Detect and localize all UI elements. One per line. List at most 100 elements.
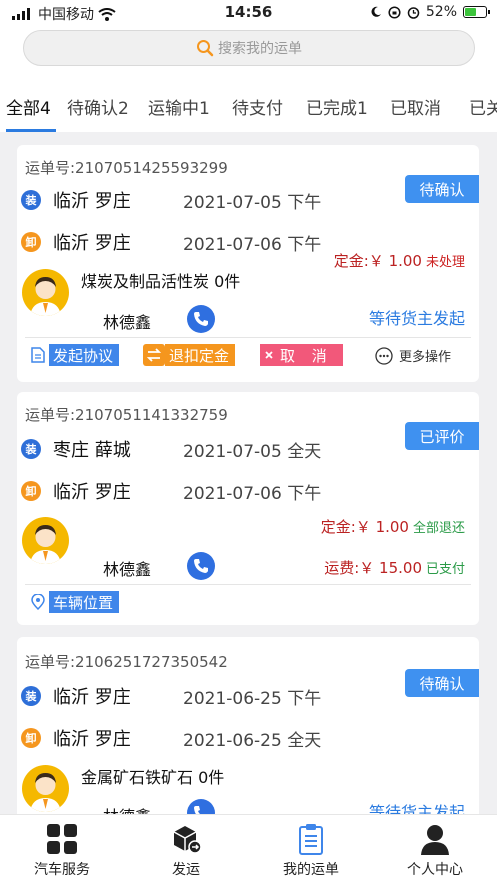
status-badge[interactable]: 待确认	[405, 175, 479, 203]
unload-date: 2021-07-06 下午	[183, 234, 322, 255]
load-date: 2021-06-25 下午	[183, 688, 322, 709]
person-icon	[421, 825, 449, 855]
load-date: 2021-07-05 下午	[183, 192, 322, 213]
tab-pending-confirm[interactable]: 待确认2	[67, 94, 129, 119]
more-actions-label: 更多操作	[399, 350, 452, 365]
unload-place: 临沂 罗庄	[53, 729, 131, 750]
tab-pending-payment[interactable]: 待支付	[232, 94, 283, 119]
order-card[interactable]: 运单号:2107051425593299 待确认 装 临沂 罗庄 2021-07…	[17, 145, 479, 382]
phone-icon[interactable]	[187, 552, 215, 580]
bottom-nav: 汽车服务 发运 我的运单 个人中心	[0, 814, 497, 883]
avatar	[22, 517, 69, 564]
alarm-icon	[407, 6, 420, 19]
status-badge[interactable]: 已评价	[405, 422, 479, 450]
clipboard-icon	[299, 824, 323, 855]
nav-car-service-label: 汽车服务	[34, 862, 90, 878]
document-icon	[27, 344, 49, 366]
goods-description: 煤炭及制品活性炭 0件	[81, 272, 241, 291]
initiate-agreement-label: 发起协议	[49, 344, 120, 366]
nav-car-service[interactable]: 汽车服务	[0, 823, 124, 879]
unload-marker-icon: 卸	[21, 481, 41, 501]
goods-description: 金属矿石铁矿石 0件	[81, 768, 225, 787]
load-place: 枣庄 薛城	[53, 440, 131, 461]
status-badge[interactable]: 待确认	[405, 669, 479, 697]
tab-all[interactable]: 全部4	[6, 94, 51, 119]
nav-my-orders[interactable]: 我的运单	[249, 823, 373, 879]
driver-name: 林德鑫	[103, 560, 152, 579]
freight-info: 运费:￥ 15.00 已支付	[324, 557, 465, 578]
box-icon	[173, 826, 202, 854]
load-marker-icon: 装	[21, 686, 41, 706]
vehicle-location-label: 车辆位置	[49, 591, 120, 613]
initiate-agreement-button[interactable]: 发起协议	[27, 344, 120, 366]
load-row: 装 枣庄 薛城 2021-07-05 全天	[21, 436, 321, 462]
moon-icon	[371, 6, 381, 17]
nav-ship[interactable]: 发运	[124, 823, 248, 879]
search-input[interactable]: 搜索我的运单	[23, 30, 475, 66]
unload-marker-icon: 卸	[21, 728, 41, 748]
deposit-state: 未处理	[425, 255, 465, 270]
location-pin-icon	[27, 591, 49, 613]
search-placeholder: 搜索我的运单	[218, 41, 302, 57]
divider	[25, 584, 471, 585]
tab-in-transit[interactable]: 运输中1	[148, 94, 210, 119]
refund-deposit-label: 退扣定金	[165, 344, 236, 366]
more-icon	[375, 346, 393, 365]
unload-place: 临沂 罗庄	[53, 482, 131, 503]
load-marker-icon: 装	[21, 439, 41, 459]
more-actions-button[interactable]: 更多操作	[375, 346, 451, 365]
unload-row: 卸 临沂 罗庄 2021-06-25 全天	[21, 725, 321, 751]
deposit-info: 定金:￥ 1.00 未处理	[334, 250, 465, 271]
nav-profile-label: 个人中心	[407, 862, 463, 878]
tab-closed[interactable]: 已关	[469, 94, 497, 119]
deposit-amount: 定金:￥ 1.00	[320, 518, 409, 536]
unload-date: 2021-07-06 下午	[183, 483, 322, 504]
screen: { "status_bar": { "carrier": "中国移动", "ti…	[0, 0, 497, 883]
order-number: 运单号:2106251727350542	[25, 653, 228, 671]
load-marker-icon: 装	[21, 190, 41, 210]
unload-row: 卸 临沂 罗庄 2021-07-06 下午	[21, 478, 321, 504]
order-card[interactable]: 运单号:2107051141332759 已评价 装 枣庄 薛城 2021-07…	[17, 392, 479, 625]
grid-icon	[47, 824, 77, 854]
freight-amount: 运费:￥ 15.00	[324, 559, 422, 577]
unload-marker-icon: 卸	[21, 232, 41, 252]
nav-profile[interactable]: 个人中心	[373, 823, 497, 879]
tab-completed[interactable]: 已完成1	[306, 94, 368, 119]
load-place: 临沂 罗庄	[53, 687, 131, 708]
exchange-icon	[143, 344, 165, 366]
status-tabs: 全部4 待确认2 运输中1 待支付 已完成1 已取消 已关	[0, 80, 497, 132]
divider	[25, 337, 471, 338]
phone-icon[interactable]	[187, 305, 215, 333]
unload-row: 卸 临沂 罗庄 2021-07-06 下午	[21, 229, 321, 255]
order-number: 运单号:2107051425593299	[25, 159, 228, 177]
tab-cancelled[interactable]: 已取消	[390, 94, 441, 119]
order-number: 运单号:2107051141332759	[25, 406, 228, 424]
close-icon	[260, 346, 278, 364]
search-icon	[197, 40, 214, 57]
refund-deposit-button[interactable]: 退扣定金	[143, 344, 236, 366]
load-row: 装 临沂 罗庄 2021-07-05 下午	[21, 187, 321, 213]
lock-rotation-icon	[388, 5, 401, 19]
driver-name: 林德鑫	[103, 313, 152, 332]
deposit-state: 全部退还	[412, 521, 465, 536]
search-bar-area: 搜索我的运单	[0, 26, 497, 80]
load-date: 2021-07-05 全天	[183, 441, 322, 462]
tab-active-indicator	[6, 129, 56, 132]
nav-my-orders-label: 我的运单	[283, 862, 339, 878]
load-place: 临沂 罗庄	[53, 191, 131, 212]
nav-ship-label: 发运	[172, 862, 200, 878]
battery-level	[465, 8, 477, 16]
load-row: 装 临沂 罗庄 2021-06-25 下午	[21, 683, 321, 709]
avatar	[22, 765, 69, 812]
unload-place: 临沂 罗庄	[53, 233, 131, 254]
freight-state: 已支付	[425, 562, 465, 577]
order-card[interactable]: 运单号:2106251727350542 待确认 装 临沂 罗庄 2021-06…	[17, 637, 479, 837]
battery-percent: 52%	[425, 4, 457, 20]
avatar	[22, 269, 69, 316]
cancel-button[interactable]: 取 消	[258, 344, 343, 366]
vehicle-location-button[interactable]: 车辆位置	[27, 591, 120, 613]
waiting-status: 等待货主发起	[368, 309, 465, 328]
battery-icon	[463, 6, 490, 18]
deposit-info: 定金:￥ 1.00 全部退还	[321, 516, 465, 537]
unload-date: 2021-06-25 全天	[183, 730, 322, 751]
